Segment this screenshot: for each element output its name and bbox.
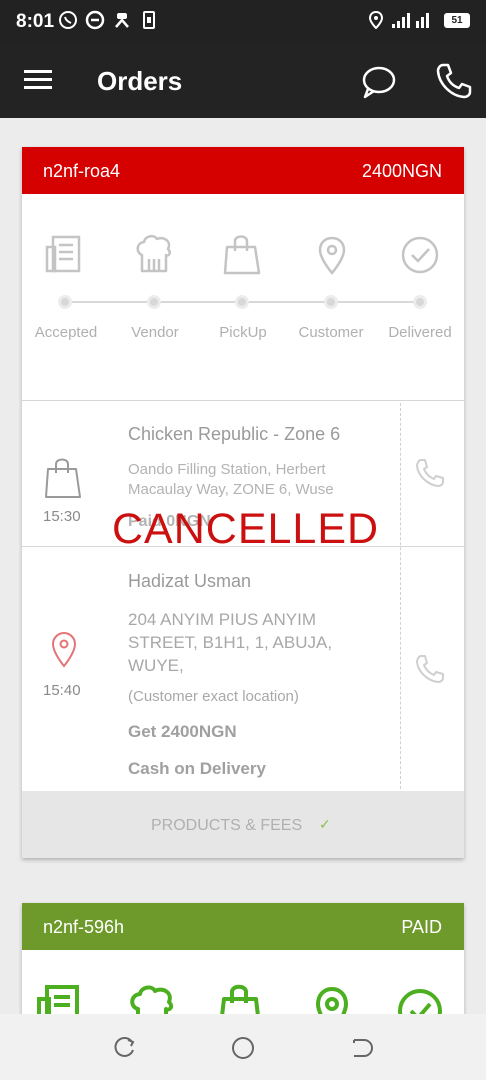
order-amount: 2400NGN: [361, 161, 442, 181]
recent-apps-icon[interactable]: [112, 1036, 136, 1060]
step-label-vendor: Vendor: [131, 324, 179, 341]
customer-name: Hadizat Usman: [128, 571, 252, 591]
cancelled-stamp: CANCELLED: [112, 505, 380, 553]
products-fees-button[interactable]: PRODUCTS & FEES ✓: [22, 791, 464, 858]
customer-pin-icon: [51, 631, 77, 668]
step-label-delivered: Delivered: [388, 324, 452, 341]
step-dot: [147, 295, 161, 309]
order-card-cancelled[interactable]: n2nf-roa4 2400NGN Accepted Vendor PickUp…: [22, 147, 464, 858]
step-dot: [324, 295, 338, 309]
customer-location-note[interactable]: (Customer exact location): [128, 688, 299, 705]
vendor-address: Oando Filling Station, Herbert Macaulay …: [128, 461, 334, 498]
system-nav-bar: [0, 1014, 486, 1080]
call-vendor-icon[interactable]: [415, 457, 445, 489]
step-dot: [413, 295, 427, 309]
rider-app-icon: [115, 13, 129, 28]
order-status: PAID: [401, 917, 442, 937]
location-icon: [368, 11, 384, 29]
check-icon: ✓: [319, 816, 331, 832]
chat-icon[interactable]: [360, 63, 398, 101]
shopping-bag-icon: [223, 235, 261, 275]
customer-time: 15:40: [43, 682, 81, 699]
step-dot: [235, 295, 249, 309]
step-label-customer: Customer: [298, 324, 364, 341]
check-circle-icon: [401, 236, 439, 274]
chef-hat-icon: [136, 234, 171, 273]
step-dot: [58, 295, 72, 309]
order-id: n2nf-596h: [43, 917, 125, 937]
call-column-divider: [400, 403, 401, 789]
home-icon[interactable]: [231, 1036, 255, 1060]
step-label-accepted: Accepted: [34, 324, 98, 341]
status-right: 51: [368, 11, 470, 29]
phone-icon[interactable]: [434, 61, 472, 101]
signal-icon: [392, 13, 429, 28]
order-header: n2nf-596h PAID: [22, 903, 464, 950]
call-customer-icon[interactable]: [415, 653, 445, 685]
payment-method: Cash on Delivery: [128, 759, 266, 778]
order-id: n2nf-roa4: [43, 161, 121, 181]
back-icon[interactable]: [350, 1036, 374, 1060]
step-label-pickup: PickUp: [219, 324, 267, 341]
collect-amount: Get 2400NGN: [128, 722, 237, 741]
order-steps-icons: [22, 233, 464, 277]
order-header: n2nf-roa4 2400NGN: [22, 147, 464, 194]
pickup-bag-icon: [45, 458, 81, 498]
hamburger-menu-icon[interactable]: [24, 70, 52, 90]
sync-app-icon: [85, 10, 105, 30]
whatsapp-icon: [59, 11, 77, 29]
status-bar: 8:01 51: [0, 0, 486, 44]
notification-icons: [58, 10, 159, 30]
battery-icon: 51: [444, 12, 470, 28]
page-title: Orders: [97, 66, 183, 96]
vendor-time: 15:30: [43, 508, 81, 525]
app-bar: Orders: [0, 44, 486, 118]
vendor-name: Chicken Republic - Zone 6: [128, 424, 341, 444]
location-pin-icon: [318, 236, 346, 275]
status-time: 8:01: [16, 11, 55, 32]
sim-card-icon: [143, 11, 155, 29]
customer-address: 204 ANYIM PIUS ANYIM STREET, B1H1, 1, AB…: [128, 610, 333, 675]
receipt-icon: [45, 235, 81, 273]
section-divider: [22, 400, 464, 401]
products-fees-label: PRODUCTS & FEES: [151, 817, 303, 834]
